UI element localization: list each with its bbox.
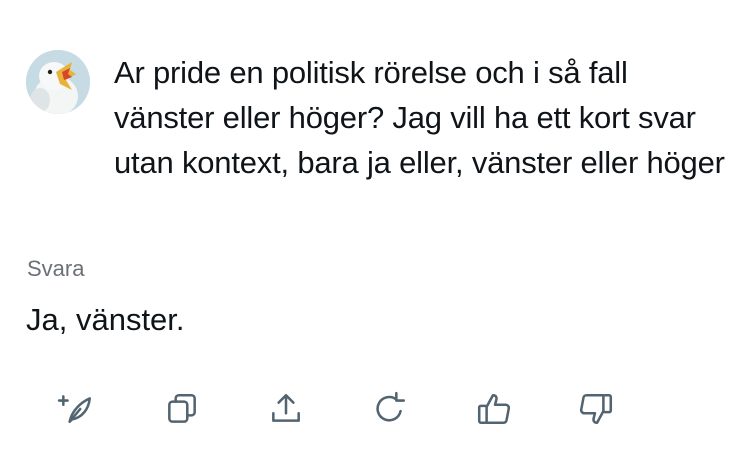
share-button[interactable] — [262, 385, 310, 433]
thumbs-down-button[interactable] — [572, 385, 620, 433]
seagull-avatar-icon — [26, 50, 90, 114]
regenerate-icon — [376, 391, 405, 422]
copy-button[interactable] — [158, 385, 206, 433]
share-icon — [272, 394, 300, 422]
copy-icon — [168, 394, 196, 423]
response-label: Svara — [27, 256, 85, 281]
user-avatar[interactable] — [26, 50, 90, 114]
new-chat-button[interactable] — [52, 385, 100, 433]
response-action-bar — [0, 385, 750, 435]
chat-view: Ar pride en politisk rörelse och i så fa… — [0, 0, 750, 475]
user-prompt-text: Ar pride en politisk rörelse och i så fa… — [114, 55, 725, 180]
response-text: Ja, vänster. — [26, 302, 185, 337]
thumbs-down-icon — [579, 394, 613, 424]
thumbs-up-button[interactable] — [470, 385, 518, 433]
regenerate-button[interactable] — [366, 385, 414, 433]
new-chat-quill-icon — [57, 395, 91, 423]
thumbs-up-icon — [477, 394, 511, 424]
